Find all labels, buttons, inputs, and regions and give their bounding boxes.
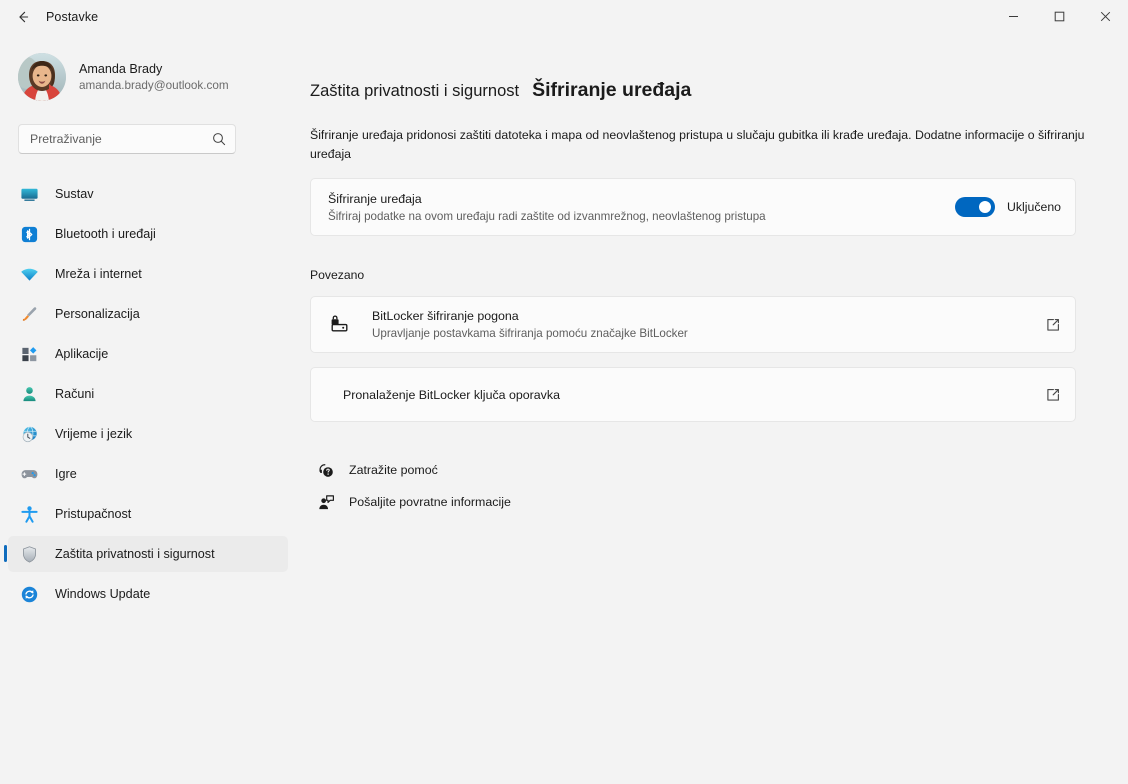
user-profile[interactable]: Amanda Brady amanda.brady@outlook.com	[18, 48, 298, 106]
sidebar-item-label: Vrijeme i jezik	[55, 427, 133, 441]
title-bar: Postavke	[0, 0, 1128, 33]
help-question-icon	[315, 459, 337, 481]
sidebar-item-zastita-privatnosti-i-sigurnost[interactable]: Zaštita privatnosti i sigurnost	[4, 536, 288, 572]
bitlocker-drive-encryption-card[interactable]: BitLocker šifriranje pogona Upravljanje …	[310, 296, 1076, 353]
bitlocker-drive-lock-icon	[328, 314, 352, 336]
sidebar-item-racuni[interactable]: Računi	[8, 376, 288, 412]
sidebar-item-label: Aplikacije	[55, 347, 109, 361]
search-input[interactable]	[30, 132, 212, 146]
shield-icon	[18, 543, 40, 565]
update-refresh-icon	[18, 583, 40, 605]
sidebar-item-aplikacije[interactable]: Aplikacije	[8, 336, 288, 372]
sidebar-nav: Sustav Bluetooth i uređaji Mreža i inter…	[0, 176, 298, 616]
sidebar-item-label: Personalizacija	[55, 307, 140, 321]
sidebar-item-bluetooth[interactable]: Bluetooth i uređaji	[8, 216, 288, 252]
minimize-button[interactable]	[990, 0, 1036, 33]
sidebar-item-label: Mreža i internet	[55, 267, 142, 281]
sidebar-item-label: Računi	[55, 387, 95, 401]
external-link-icon[interactable]	[1045, 317, 1061, 333]
profile-name: Amanda Brady	[79, 61, 163, 76]
system-monitor-icon	[18, 183, 40, 205]
page-header: Zaštita privatnosti i sigurnost Šifriran…	[310, 79, 1098, 102]
accounts-person-icon	[18, 383, 40, 405]
window-controls	[990, 0, 1128, 33]
sidebar-item-sustav[interactable]: Sustav	[8, 176, 288, 212]
app-title: Postavke	[46, 9, 99, 24]
time-language-globe-icon	[18, 423, 40, 445]
avatar-photo-icon	[18, 53, 66, 101]
footer-links: Zatražite pomoć Pošaljite povratne infor…	[310, 456, 1098, 516]
sidebar-item-label: Igre	[55, 467, 77, 481]
sidebar-item-personalizacija[interactable]: Personalizacija	[8, 296, 288, 332]
sidebar-item-label: Zaštita privatnosti i sigurnost	[55, 547, 215, 561]
page-title: Šifriranje uređaja	[532, 79, 692, 101]
get-help-link[interactable]: Zatražite pomoć	[315, 456, 446, 484]
sidebar-item-label: Sustav	[55, 187, 94, 201]
device-encryption-toggle[interactable]	[955, 197, 995, 217]
wifi-icon	[18, 263, 40, 285]
sidebar-item-label: Pristupačnost	[55, 507, 132, 521]
send-feedback-link[interactable]: Pošaljite povratne informacije	[315, 488, 519, 516]
main-content: Zaštita privatnosti i sigurnost Šifriran…	[298, 33, 1128, 784]
search-icon	[212, 132, 226, 146]
sidebar-item-mreza[interactable]: Mreža i internet	[8, 256, 288, 292]
footer-link-label: Pošaljite povratne informacije	[349, 495, 511, 509]
profile-email: amanda.brady@outlook.com	[79, 79, 229, 93]
related-section-label: Povezano	[310, 268, 365, 282]
apps-icon	[18, 343, 40, 365]
sidebar: Amanda Brady amanda.brady@outlook.com Pr…	[0, 33, 298, 784]
sidebar-item-windows-update[interactable]: Windows Update	[8, 576, 288, 612]
maximize-button[interactable]	[1036, 0, 1082, 33]
arrow-left-icon	[19, 11, 29, 22]
external-link-icon[interactable]	[1045, 387, 1061, 403]
paintbrush-icon	[18, 303, 40, 325]
bitlocker-recovery-key-card[interactable]: Pronalaženje BitLocker ključa oporavka	[310, 367, 1076, 422]
maximize-icon	[1054, 11, 1064, 22]
search-box[interactable]	[18, 124, 236, 154]
recovery-key-card-title: Pronalaženje BitLocker ključa oporavka	[343, 387, 560, 402]
gamepad-icon	[18, 463, 40, 485]
toggle-state-label: Uključeno	[1007, 200, 1061, 214]
device-encryption-toggle-area: Uključeno	[955, 197, 1061, 217]
accessibility-icon	[18, 503, 40, 525]
page-description: Šifriranje uređaja pridonosi zaštiti dat…	[310, 128, 1085, 161]
breadcrumb[interactable]: Zaštita privatnosti i sigurnost	[310, 82, 519, 101]
toggle-knob	[979, 201, 991, 213]
back-button[interactable]	[6, 4, 40, 30]
close-icon	[1100, 11, 1110, 22]
sidebar-item-igre[interactable]: Igre	[8, 456, 288, 492]
bitlocker-card-subtitle: Upravljanje postavkama šifriranja pomoću…	[372, 327, 688, 340]
footer-link-label: Zatražite pomoć	[349, 463, 438, 477]
device-encryption-subtitle: Šifriraj podatke na ovom uređaju radi za…	[328, 209, 766, 223]
sidebar-item-label: Bluetooth i uređaji	[55, 227, 156, 241]
sidebar-item-label: Windows Update	[55, 587, 151, 601]
avatar	[18, 53, 66, 101]
settings-window: Postavke Amanda Brady amanda.brady@outlo…	[0, 0, 1128, 784]
bluetooth-icon	[18, 223, 40, 245]
device-encryption-title: Šifriranje uređaja	[328, 191, 422, 206]
sidebar-item-pristupacnost[interactable]: Pristupačnost	[8, 496, 288, 532]
feedback-person-icon	[315, 491, 337, 513]
sidebar-item-vrijeme[interactable]: Vrijeme i jezik	[8, 416, 288, 452]
close-button[interactable]	[1082, 0, 1128, 33]
device-encryption-card: Šifriranje uređaja Šifriraj podatke na o…	[310, 178, 1076, 236]
bitlocker-card-title: BitLocker šifriranje pogona	[372, 309, 519, 323]
minimize-icon	[1008, 16, 1018, 17]
